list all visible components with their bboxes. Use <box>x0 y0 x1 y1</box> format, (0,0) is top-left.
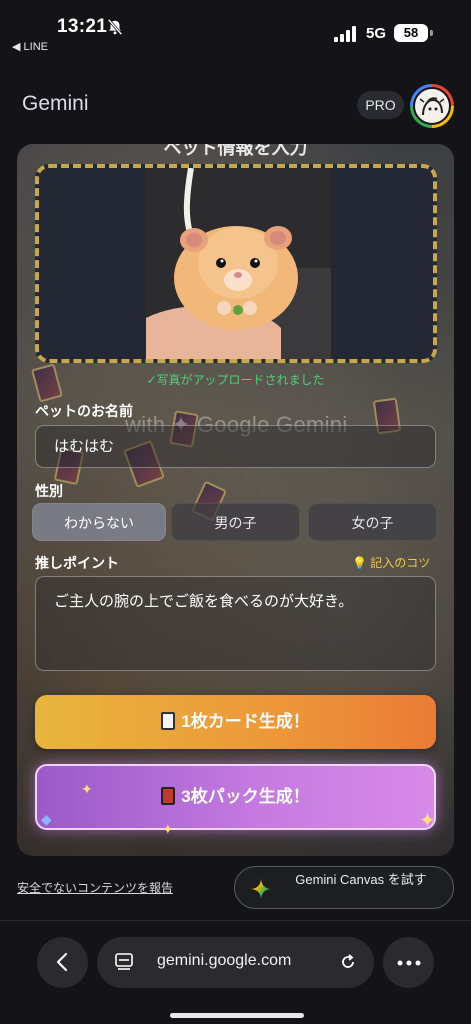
appeal-point-label: 推しポイント <box>35 555 119 571</box>
signal-icon <box>334 26 356 42</box>
sparkle-icon: ✦ <box>419 810 436 832</box>
app-title: Gemini <box>22 92 89 115</box>
gender-option-unknown[interactable]: わからない <box>32 503 166 541</box>
generate-single-label: 1枚カード生成！ <box>181 712 310 731</box>
generate-pack-button[interactable]: 3枚パック生成！ ✦ ✦ ✦ ◆ <box>35 764 436 837</box>
network-type: 5G <box>366 25 387 42</box>
more-icon <box>397 960 421 966</box>
avatar[interactable] <box>410 84 454 128</box>
reload-icon[interactable] <box>338 952 358 972</box>
gender-label: 性別 <box>35 483 63 499</box>
pro-badge[interactable]: PRO <box>357 91 404 119</box>
battery-nub <box>430 30 433 36</box>
generate-single-card-button[interactable]: 1枚カード生成！ <box>35 695 436 749</box>
writing-tips-link[interactable]: 💡 記入のコツ <box>352 554 430 571</box>
browser-menu-button[interactable] <box>383 937 434 988</box>
gender-option-girl[interactable]: 女の子 <box>308 503 437 541</box>
gemini-sparkle-icon <box>250 878 272 900</box>
form-heading: ペット情報を入力 <box>163 144 308 158</box>
sparkle-icon: ◆ <box>41 811 52 827</box>
appeal-point-textarea[interactable]: ご主人の腕の上でご飯を食べるのが大好き。 <box>35 576 436 671</box>
sparkle-icon: ✦ <box>81 781 93 797</box>
avatar-illustration <box>419 97 445 116</box>
sparkle-icon: ✦ <box>162 821 174 837</box>
back-to-app-link[interactable]: ◀ LINE <box>12 40 48 53</box>
upload-status-text: ✓写真がアップロードされました <box>146 373 325 387</box>
try-canvas-label: Gemini Canvas を試す <box>295 872 427 887</box>
tab-icon <box>115 953 133 970</box>
gender-option-boy[interactable]: 男の子 <box>171 503 300 541</box>
status-bar: 13:21 ◀ LINE 5G 58 <box>0 0 471 62</box>
browser-back-button[interactable] <box>37 937 88 988</box>
address-bar[interactable]: gemini.google.com <box>97 937 374 988</box>
back-arrow-icon <box>56 952 68 972</box>
generate-pack-label: 3枚パック生成！ <box>181 787 310 806</box>
battery-indicator: 58 <box>394 24 428 42</box>
pet-photo <box>146 168 331 359</box>
divider <box>0 920 471 921</box>
report-unsafe-content-link[interactable]: 安全でないコンテンツを報告 <box>17 879 173 896</box>
card-icon <box>161 712 176 730</box>
status-time: 13:21 <box>57 16 108 37</box>
hamster-image <box>146 168 331 359</box>
app-header: Gemini PRO <box>0 78 471 134</box>
pet-name-input[interactable]: はむはむ <box>35 425 436 468</box>
try-gemini-canvas-button[interactable]: Gemini Canvas を試す <box>234 866 454 909</box>
pet-name-label: ペットのお名前 <box>35 403 133 419</box>
canvas-app-frame: ペット情報を入力 ✓写真がアップロードされました with ✦ Google G… <box>17 144 454 856</box>
bell-off-icon <box>107 18 123 36</box>
photo-upload-zone[interactable] <box>35 164 437 363</box>
url-text: gemini.google.com <box>157 952 292 969</box>
home-indicator <box>170 1013 304 1018</box>
